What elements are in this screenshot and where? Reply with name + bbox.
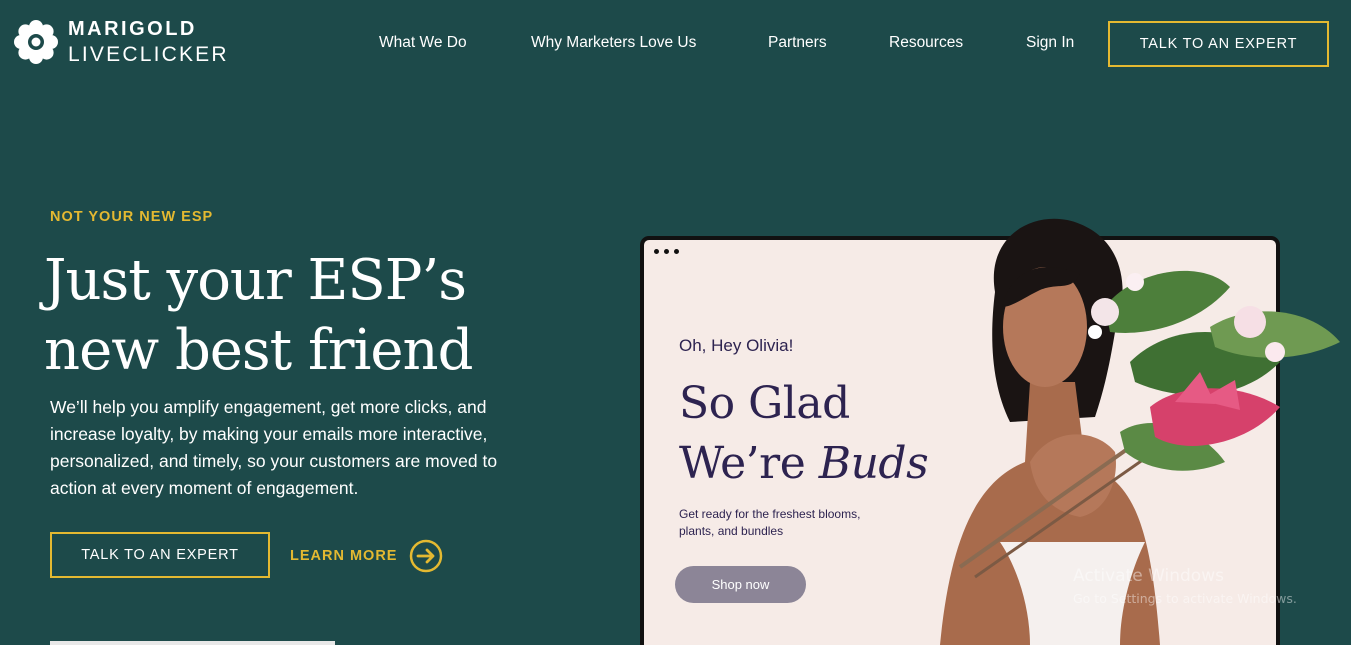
brand-name-bottom: LIVECLICKER	[68, 43, 229, 66]
brand-logo[interactable]: MARIGOLD LIVECLICKER	[12, 18, 229, 66]
nav-item-partners[interactable]: Partners	[768, 34, 827, 52]
email-greeting: Oh, Hey Olivia!	[679, 336, 794, 355]
nav-item-what-we-do[interactable]: What We Do	[379, 34, 467, 52]
hero-headline-line1: Just your ESP’s	[44, 248, 467, 313]
watermark-line2: Go to Settings to activate Windows.	[1073, 591, 1297, 606]
nav-item-resources[interactable]: Resources	[889, 34, 963, 52]
watermark-line1: Activate Windows	[1073, 566, 1224, 586]
marigold-flower-icon	[14, 20, 58, 64]
email-title-line2-plain: We’re	[679, 438, 819, 489]
header-talk-to-expert-button[interactable]: TALK TO AN EXPERT	[1108, 21, 1329, 67]
hero-talk-to-expert-button[interactable]: TALK TO AN EXPERT	[50, 532, 270, 578]
nav-item-why-marketers-love-us[interactable]: Why Marketers Love Us	[531, 34, 696, 52]
brand-name-top: MARIGOLD	[68, 18, 197, 40]
hero-body: We’ll help you amplify engagement, get m…	[50, 397, 498, 498]
arrow-circle-right-icon	[410, 539, 443, 573]
hero-headline-line2: new best friend	[44, 318, 473, 383]
shop-now-button[interactable]: Shop now	[675, 566, 806, 603]
hero-eyebrow: NOT YOUR NEW ESP	[50, 209, 214, 225]
scroll-indicator-bar	[50, 641, 335, 645]
nav-item-sign-in[interactable]: Sign In	[1026, 34, 1074, 52]
window-dots	[654, 249, 679, 254]
hero-headline: Just your ESP’s new best friend	[44, 246, 604, 386]
email-subtitle: Get ready for the freshest blooms, plant…	[679, 507, 861, 538]
learn-more-label: LEARN MORE	[290, 548, 398, 564]
activate-windows-watermark: Activate Windows Go to Settings to activ…	[1073, 566, 1297, 606]
learn-more-link[interactable]: LEARN MORE	[290, 539, 443, 573]
email-title-line1: So Glad	[679, 378, 850, 429]
